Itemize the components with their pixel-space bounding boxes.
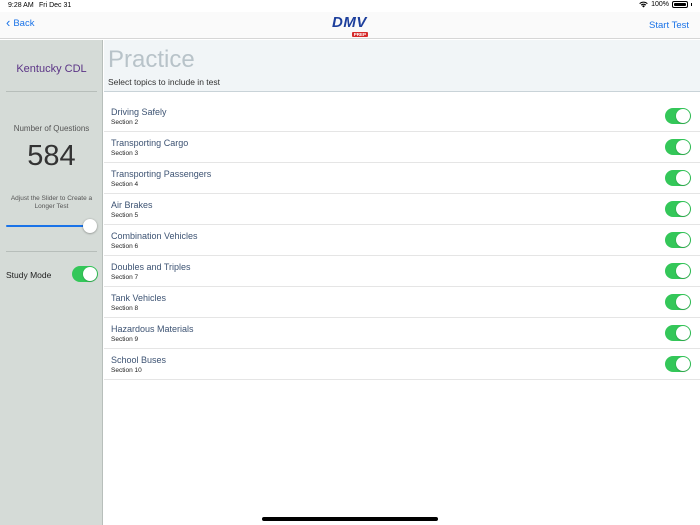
main-header: Practice Select topics to include in tes… <box>104 40 700 92</box>
topic-toggle[interactable] <box>665 325 691 341</box>
topic-toggle[interactable] <box>665 139 691 155</box>
wifi-icon <box>639 1 648 8</box>
questions-label: Number of Questions <box>13 124 90 133</box>
topic-row: School Buses Section 10 <box>104 349 700 380</box>
topic-row: Transporting Passengers Section 4 <box>104 163 700 194</box>
topic-row: Doubles and Triples Section 7 <box>104 256 700 287</box>
battery-tip <box>691 3 692 6</box>
topic-section: Section 9 <box>111 336 139 343</box>
status-time: 9:28 AM <box>8 2 34 9</box>
status-right: 100% <box>639 1 692 8</box>
slider-hint: Adjust the Slider to Create a Longer Tes… <box>10 195 93 210</box>
topic-section: Section 4 <box>111 181 139 188</box>
topic-name: Hazardous Materials <box>111 324 194 334</box>
page-title: Practice <box>108 46 195 73</box>
status-bar: 9:28 AM Fri Dec 31 100% <box>0 0 700 12</box>
topic-toggle[interactable] <box>665 294 691 310</box>
dmv-prep-logo: DMV PREP <box>332 14 370 38</box>
topic-row: Transporting Cargo Section 3 <box>104 132 700 163</box>
topic-section: Section 5 <box>111 212 139 219</box>
topic-name: Transporting Passengers <box>111 169 212 179</box>
chevron-left-icon: ‹ <box>6 14 11 30</box>
topic-toggle[interactable] <box>665 170 691 186</box>
battery-percent: 100% <box>651 1 669 8</box>
topic-toggle[interactable] <box>665 108 691 124</box>
status-date: Fri Dec 31 <box>39 2 72 9</box>
topic-row: Driving Safely Section 2 <box>104 101 700 132</box>
study-mode-toggle[interactable] <box>72 266 98 282</box>
topic-list: Driving Safely Section 2 Transporting Ca… <box>104 101 700 380</box>
study-mode-label: Study Mode <box>6 270 52 280</box>
sidebar-divider <box>6 251 97 252</box>
start-test-button[interactable]: Start Test <box>649 20 689 31</box>
back-label: Back <box>13 18 35 29</box>
topic-section: Section 6 <box>111 243 139 250</box>
topic-toggle[interactable] <box>665 356 691 372</box>
topic-section: Section 7 <box>111 274 139 281</box>
topic-section: Section 10 <box>111 367 142 374</box>
topic-row: Hazardous Materials Section 9 <box>104 318 700 349</box>
logo-text: DMV <box>332 14 367 31</box>
questions-slider-thumb[interactable] <box>83 219 97 233</box>
topic-row: Tank Vehicles Section 8 <box>104 287 700 318</box>
page-subtitle: Select topics to include in test <box>108 77 220 87</box>
topic-toggle[interactable] <box>665 232 691 248</box>
topic-section: Section 2 <box>111 119 139 126</box>
topic-name: Tank Vehicles <box>111 293 167 303</box>
nav-bar: ‹ Back DMV PREP Start Test <box>0 12 700 39</box>
topic-section: Section 3 <box>111 150 139 157</box>
questions-value: 584 <box>27 140 76 172</box>
questions-slider-track[interactable] <box>6 225 90 227</box>
topic-name: Driving Safely <box>111 107 167 117</box>
logo-badge: PREP <box>351 32 368 37</box>
topic-name: Air Brakes <box>111 200 153 210</box>
topic-name: Transporting Cargo <box>111 138 189 148</box>
back-button[interactable]: ‹ Back <box>6 14 35 30</box>
topic-name: Doubles and Triples <box>111 262 191 272</box>
sidebar-title: Kentucky CDL <box>16 63 87 75</box>
topic-name: School Buses <box>111 355 167 365</box>
battery-icon <box>672 1 688 8</box>
topic-row: Combination Vehicles Section 6 <box>104 225 700 256</box>
sidebar: Kentucky CDL Number of Questions 584 Adj… <box>0 40 103 525</box>
topic-name: Combination Vehicles <box>111 231 198 241</box>
topic-section: Section 8 <box>111 305 139 312</box>
topic-toggle[interactable] <box>665 263 691 279</box>
topic-toggle[interactable] <box>665 201 691 217</box>
sidebar-divider <box>6 91 97 92</box>
home-indicator <box>262 517 438 521</box>
topic-row: Air Brakes Section 5 <box>104 194 700 225</box>
